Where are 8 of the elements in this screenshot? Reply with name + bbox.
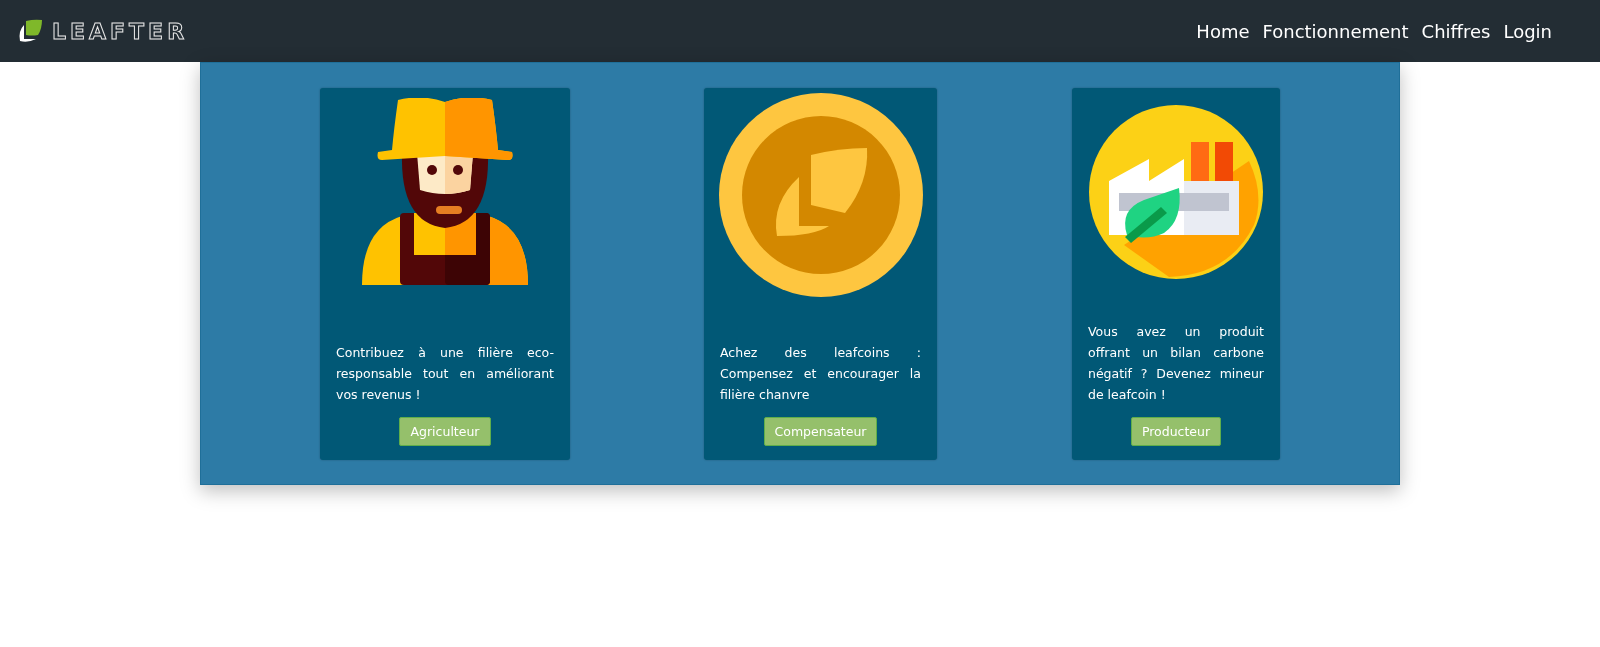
card-text: Achez des leafcoins : Compensez et encourager la filière chanvre [720,344,921,404]
nav-link[interactable]: Chiffres [1421,20,1491,42]
nav-link[interactable]: Fonctionnement [1262,20,1409,42]
card-text: Contribuez à une filière eco-responsable tout en améliorant vos revenus ! [336,344,554,404]
nav-link[interactable]: Login [1503,20,1552,42]
nav-link[interactable]: Home [1196,20,1250,42]
brand-name[interactable]: LEAFTER [52,18,189,44]
card-text: Vous avez un produit offrant un bilan carbone négatif ? Devenez mineur de leafcoin ! [1088,323,1264,404]
